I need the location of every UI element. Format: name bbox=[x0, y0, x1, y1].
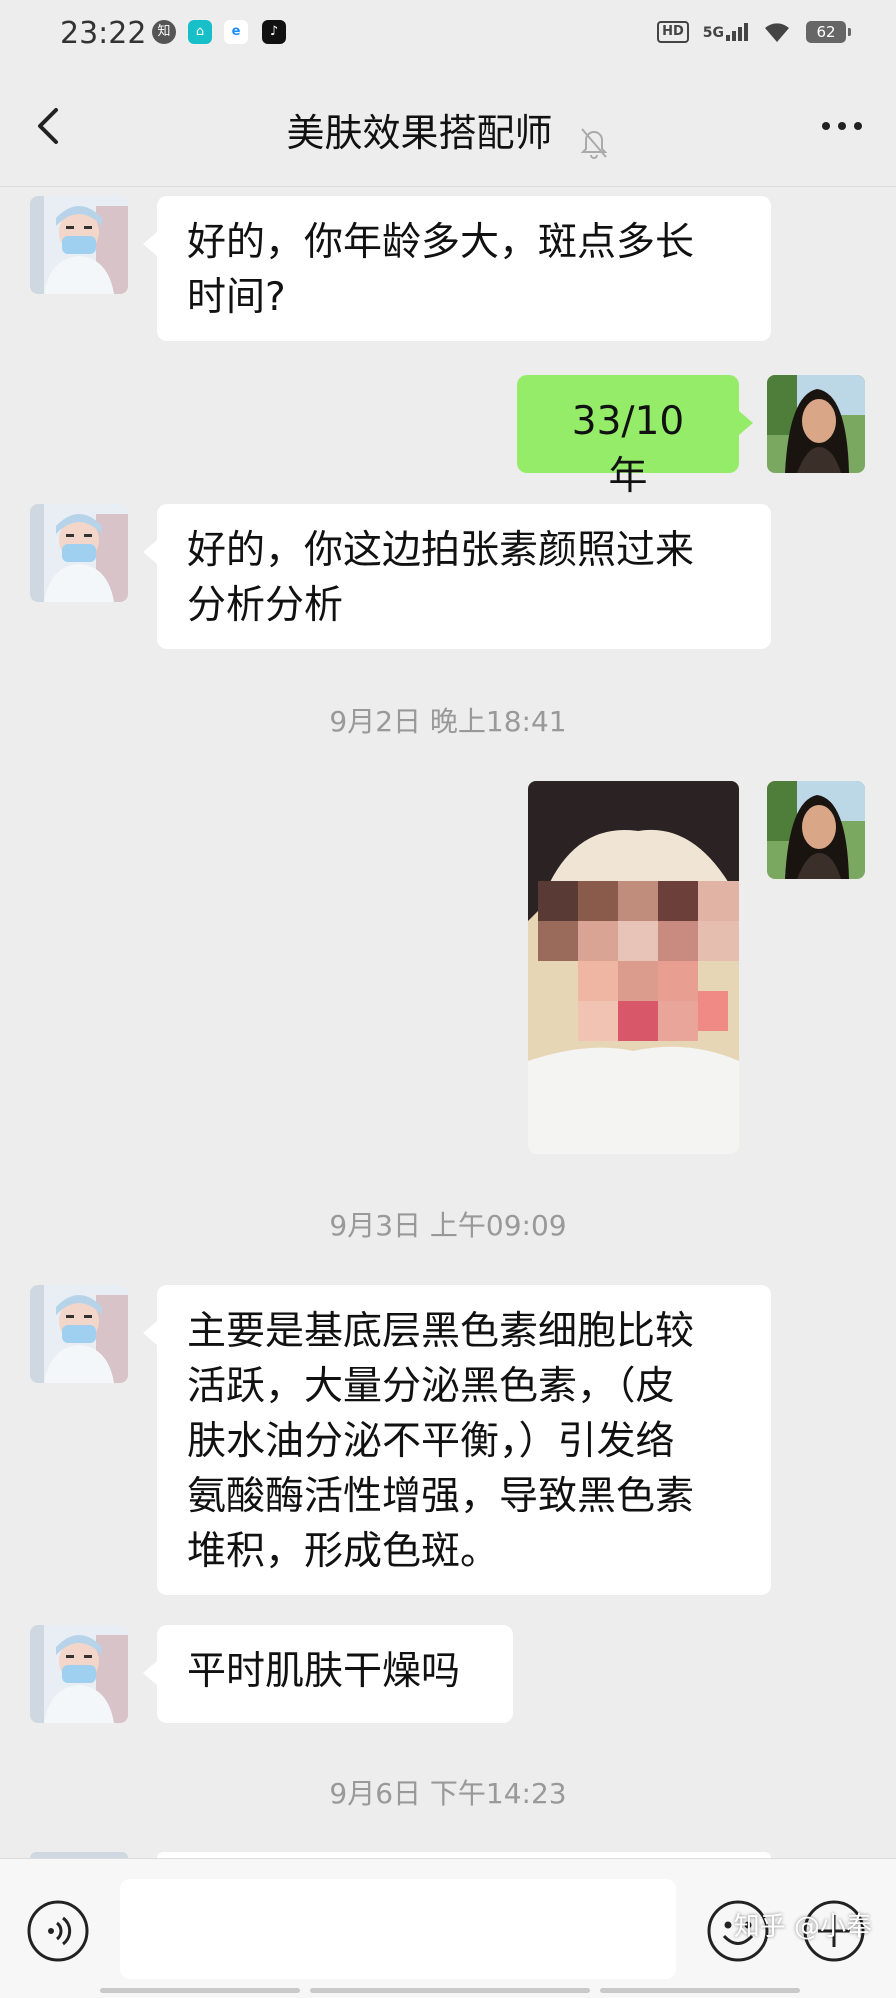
message-text: 肤水油分泌不平衡，）引发络 bbox=[187, 1419, 675, 1464]
contact-avatar[interactable] bbox=[30, 1625, 128, 1723]
message-bubble[interactable]: 主要是基底层黑色素细胞比较 活跃，大量分泌黑色素，（皮 肤水油分泌不平衡，）引发… bbox=[143, 1285, 771, 1595]
message-text: 活跃，大量分泌黑色素，（皮 bbox=[187, 1364, 675, 1409]
message-bubble[interactable]: 平时肌肤干燥吗 bbox=[143, 1625, 513, 1723]
hd-indicator: HD bbox=[657, 21, 689, 43]
user-avatar[interactable] bbox=[767, 781, 865, 879]
nav-indicator bbox=[600, 1988, 800, 1993]
app-icon: ⌂ bbox=[188, 20, 212, 44]
watermark: 知乎 @小奉 bbox=[733, 1912, 872, 1942]
message-bubble[interactable]: 33/10 年 bbox=[517, 375, 753, 499]
signal-icon: 5G bbox=[703, 23, 748, 41]
message-text: 时间? bbox=[187, 275, 286, 320]
message-input[interactable] bbox=[120, 1879, 676, 1979]
wifi-icon bbox=[765, 23, 789, 42]
selfie-photo-pixelated bbox=[528, 781, 739, 1154]
network-type: 5G bbox=[702, 25, 724, 41]
battery-icon: 62 bbox=[806, 21, 851, 43]
chat-title: 美肤效果搭配师 bbox=[286, 111, 553, 155]
message-text: 主要是基底层黑色素细胞比较 bbox=[187, 1309, 695, 1354]
contact-avatar[interactable] bbox=[30, 1285, 128, 1383]
contact-avatar[interactable] bbox=[30, 196, 128, 294]
message-text: 氨酸酶活性增强，导致黑色素 bbox=[187, 1474, 695, 1519]
voice-icon[interactable] bbox=[26, 1899, 90, 1963]
more-icon[interactable] bbox=[818, 106, 866, 146]
message-text: 分析分析 bbox=[187, 583, 344, 628]
browser-icon: e bbox=[224, 20, 248, 44]
message-text: 平时肌肤干燥吗 bbox=[187, 1649, 461, 1694]
message-bubble[interactable]: 好的，你这边拍张素颜照过来 分析分析 bbox=[143, 504, 771, 649]
message-text: 好的，你这边拍张素颜照过来 bbox=[187, 528, 695, 573]
status-time: 23:22 bbox=[60, 16, 147, 51]
tiktok-icon: ♪ bbox=[262, 20, 286, 44]
nav-indicator bbox=[310, 1988, 590, 1993]
user-avatar[interactable] bbox=[767, 375, 865, 473]
mute-bell-icon bbox=[580, 127, 607, 159]
timestamp: 9月3日 上午09:09 bbox=[329, 1209, 567, 1242]
message-text: 33/10 年 bbox=[571, 399, 685, 499]
message-text: 堆积，形成色斑。 bbox=[187, 1529, 500, 1574]
contact-avatar[interactable] bbox=[30, 504, 128, 602]
nav-indicator bbox=[100, 1988, 300, 1993]
image-message[interactable] bbox=[528, 781, 739, 1154]
timestamp: 9月2日 晚上18:41 bbox=[329, 705, 567, 738]
chat-header: 美肤效果搭配师 bbox=[0, 70, 896, 186]
message-text: 好的，你年龄多大，斑点多长 bbox=[187, 220, 695, 265]
message-bubble[interactable]: 好的，你年龄多大，斑点多长 时间? bbox=[143, 196, 771, 341]
timestamp: 9月6日 下午14:23 bbox=[329, 1777, 567, 1810]
status-bar: 23:22 知 ⌂ e ♪ HD 5G 62 bbox=[0, 0, 896, 70]
header-divider bbox=[0, 186, 896, 187]
zhihu-icon: 知 bbox=[152, 20, 176, 44]
